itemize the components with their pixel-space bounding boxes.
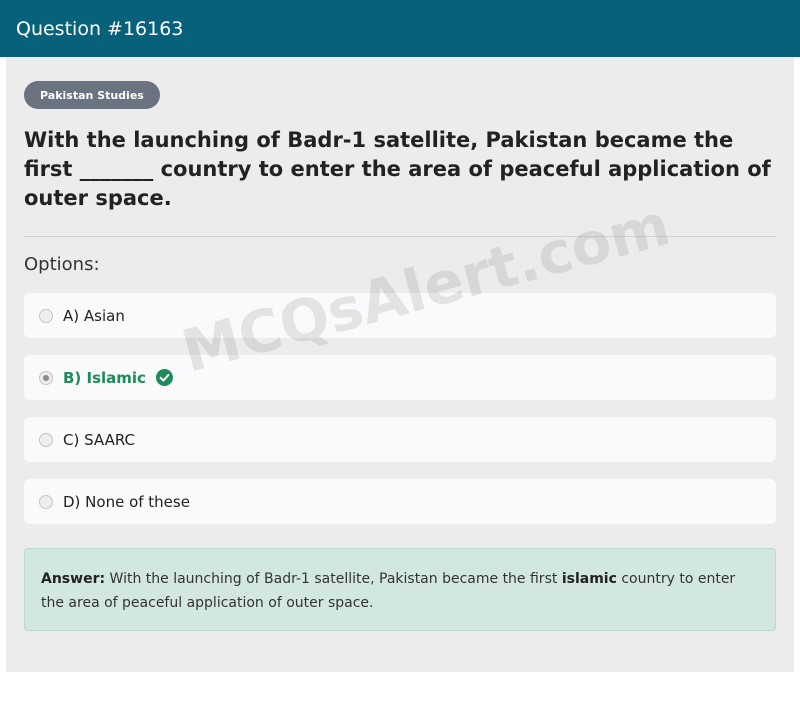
option-label: D) None of these (63, 492, 190, 511)
option-c[interactable]: C) SAARC (24, 417, 776, 462)
question-number-title: Question #16163 (16, 17, 184, 40)
answer-heading: Answer: (41, 571, 106, 587)
option-label: B) Islamic (63, 368, 146, 387)
radio-button[interactable] (39, 432, 53, 447)
options-heading: Options: (24, 254, 100, 275)
option-d[interactable]: D) None of these (24, 479, 776, 524)
option-label: C) SAARC (63, 430, 135, 449)
answer-explanation: Answer: With the launching of Badr-1 sat… (24, 548, 776, 631)
divider (24, 236, 776, 237)
option-b[interactable]: B) Islamic (24, 355, 776, 400)
radio-button-selected[interactable] (39, 370, 53, 385)
answer-highlight: islamic (561, 571, 617, 587)
radio-button[interactable] (39, 494, 53, 509)
category-badge[interactable]: Pakistan Studies (24, 81, 160, 109)
option-label: A) Asian (63, 306, 125, 325)
page-header: Question #16163 (0, 0, 800, 57)
radio-button[interactable] (39, 308, 53, 323)
question-text: With the launching of Badr-1 satellite, … (24, 128, 771, 210)
answer-text-before: With the launching of Badr-1 satellite, … (109, 571, 558, 587)
option-a[interactable]: A) Asian (24, 293, 776, 338)
check-circle-icon (155, 369, 173, 386)
